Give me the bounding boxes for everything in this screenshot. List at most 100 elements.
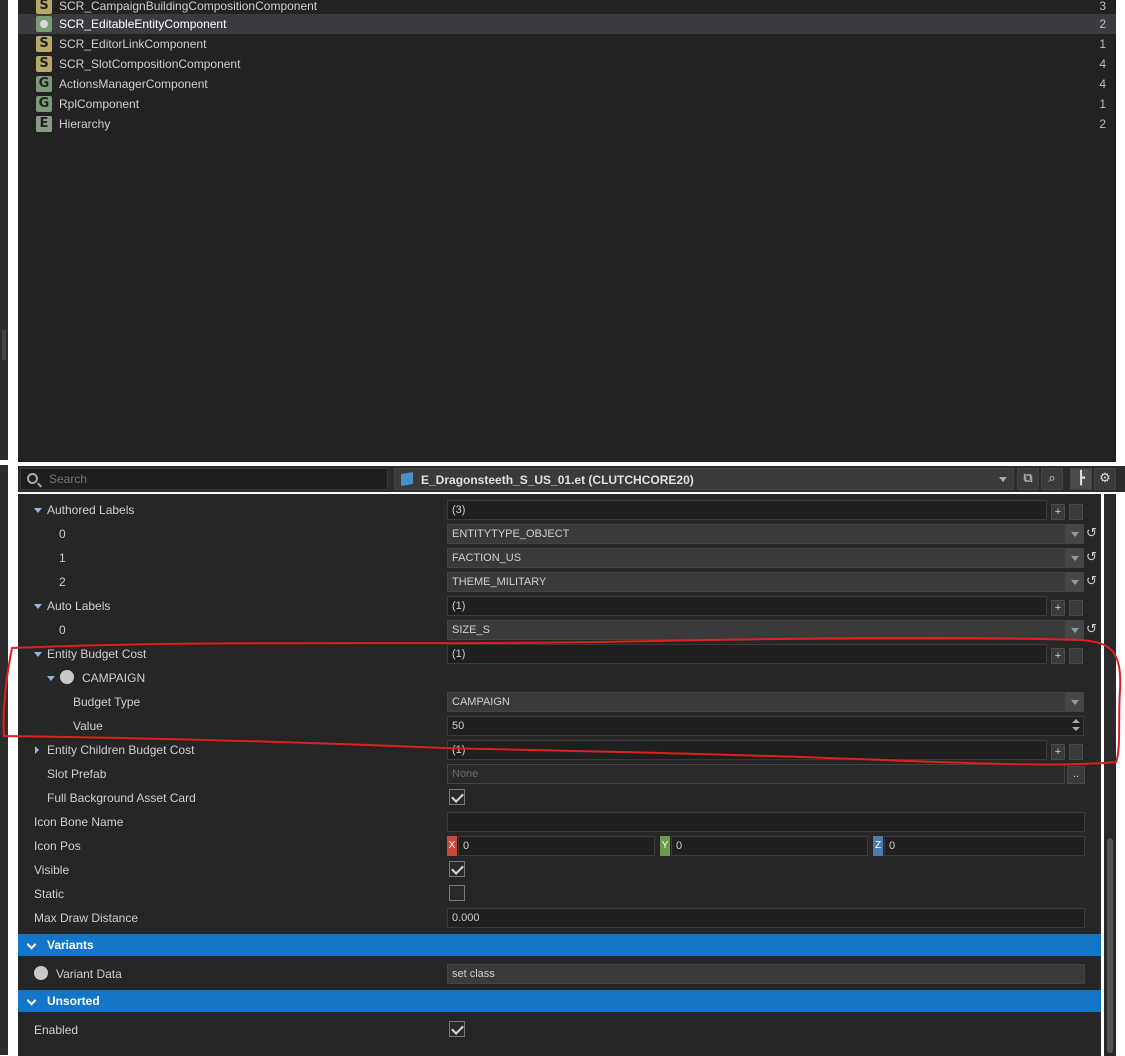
splitter-grip[interactable]: [2, 330, 6, 360]
list-item-count: 4: [1099, 77, 1106, 91]
list-item-name: SCR_EditorLinkComponent: [59, 37, 207, 51]
left-splitter[interactable]: [0, 0, 8, 460]
search-box[interactable]: [20, 468, 388, 490]
section-unsorted[interactable]: Unsorted: [18, 990, 1101, 1012]
label-select[interactable]: FACTION_US: [447, 548, 1084, 568]
label-select[interactable]: ENTITYTYPE_OBJECT: [447, 524, 1084, 544]
icon-pos-y-input[interactable]: 0: [671, 836, 868, 856]
combo-button[interactable]: [1065, 573, 1083, 591]
prop-auto-labels: Auto Labels (1) +: [18, 594, 1101, 618]
expand-arrow-icon[interactable]: [47, 676, 55, 681]
z-axis-tag: Z: [873, 836, 883, 856]
expand-arrow-icon[interactable]: [34, 508, 42, 513]
chevron-down-icon: [1071, 628, 1079, 633]
section-variants[interactable]: Variants: [18, 934, 1101, 956]
list-item[interactable]: G RplComponent 1: [18, 94, 1116, 114]
prop-label: Enabled: [34, 1023, 79, 1037]
list-item-name: SCR_SlotCompositionComponent: [59, 57, 241, 71]
find-button[interactable]: ⌕: [1041, 468, 1063, 490]
label-select[interactable]: SIZE_S: [447, 620, 1084, 640]
static-checkbox[interactable]: [449, 885, 465, 901]
open-external-button[interactable]: ⧉: [1017, 468, 1039, 490]
budget-type-select[interactable]: CAMPAIGN: [447, 692, 1084, 712]
full-background-checkbox[interactable]: [449, 789, 465, 805]
settings-button[interactable]: ⚙: [1094, 468, 1116, 490]
scrollbar-thumb[interactable]: [1107, 838, 1113, 1053]
add-item-button[interactable]: +: [1051, 648, 1065, 664]
list-item[interactable]: S SCR_EditorLinkComponent 1: [18, 34, 1116, 54]
icon-pos-x-input[interactable]: 0: [458, 836, 655, 856]
prop-label: Entity Budget Cost: [47, 647, 147, 661]
icon-bone-name-input[interactable]: [447, 812, 1085, 832]
prop-variant-data: Variant Data set class: [18, 962, 1101, 986]
prop-label: Static: [34, 887, 65, 901]
list-item[interactable]: E Hierarchy 2: [18, 114, 1116, 134]
chevron-down-icon: [1071, 700, 1079, 705]
visible-checkbox[interactable]: [449, 861, 465, 877]
prop-static: Static: [18, 882, 1101, 906]
search-input[interactable]: [49, 471, 379, 487]
properties-scrollbar[interactable]: [1104, 494, 1116, 1056]
prop-enabled: Enabled: [18, 1018, 1101, 1042]
label-select[interactable]: THEME_MILITARY: [447, 572, 1084, 592]
add-item-button[interactable]: +: [1051, 600, 1065, 616]
icon-pos-z-input[interactable]: 0: [884, 836, 1085, 856]
reset-icon[interactable]: ↺: [1086, 622, 1097, 637]
reset-icon[interactable]: ↺: [1086, 550, 1097, 565]
prop-entity-budget-cost: Entity Budget Cost (1) +: [18, 642, 1101, 666]
select-value: CAMPAIGN: [452, 696, 510, 708]
chevron-down-icon: [1071, 580, 1079, 585]
reset-icon[interactable]: ↺: [1086, 574, 1097, 589]
variant-data-button[interactable]: set class: [447, 964, 1085, 984]
object-circle-icon: [34, 966, 48, 980]
combo-button[interactable]: [1065, 693, 1083, 711]
array-index: 2: [59, 575, 66, 589]
list-item-count: 1: [1099, 97, 1106, 111]
expand-arrow-icon[interactable]: [34, 604, 42, 609]
game-component-icon: G: [36, 76, 52, 92]
add-item-button[interactable]: +: [1051, 744, 1065, 760]
add-item-button[interactable]: +: [1051, 504, 1065, 520]
expand-arrow-icon[interactable]: [35, 746, 39, 754]
remove-item-button[interactable]: [1069, 744, 1083, 760]
reset-icon[interactable]: ↺: [1086, 526, 1097, 541]
list-item-selected[interactable]: SCR_EditableEntityComponent 2: [18, 14, 1116, 34]
prop-label: CAMPAIGN: [82, 671, 146, 685]
list-item-count: 1: [1099, 37, 1106, 51]
list-item[interactable]: G ActionsManagerComponent 4: [18, 74, 1116, 94]
prop-authored-label-item: 1 FACTION_US ↺: [18, 546, 1101, 570]
array-index: 0: [59, 527, 66, 541]
browse-button[interactable]: ..: [1067, 766, 1085, 784]
properties-panel: Authored Labels (3) + 0 ENTITYTYPE_OBJEC…: [18, 494, 1101, 1056]
hierarchy-button[interactable]: ┣: [1070, 468, 1092, 490]
chevron-down-icon: [999, 477, 1007, 482]
remove-item-button[interactable]: [1069, 504, 1083, 520]
left-splitter-lower[interactable]: [0, 465, 8, 1055]
remove-item-button[interactable]: [1069, 648, 1083, 664]
combo-button[interactable]: [1065, 549, 1083, 567]
entity-selector[interactable]: E_Dragonsteeth_S_US_01.et (CLUTCHCORE20): [394, 468, 1014, 490]
slot-prefab-field[interactable]: None: [447, 764, 1065, 784]
left-margin: [0, 0, 18, 1056]
list-item-name: SCR_EditableEntityComponent: [59, 17, 227, 31]
combo-button[interactable]: [1065, 525, 1083, 543]
remove-item-button[interactable]: [1069, 600, 1083, 616]
chevron-down-icon: [1071, 556, 1079, 561]
list-item-name: ActionsManagerComponent: [59, 77, 208, 91]
select-value: ENTITYTYPE_OBJECT: [452, 528, 570, 540]
expand-arrow-icon[interactable]: [34, 652, 42, 657]
select-value: THEME_MILITARY: [452, 576, 547, 588]
prop-label: Icon Bone Name: [34, 815, 124, 829]
spinner-icon[interactable]: [1071, 719, 1081, 733]
value-number-input[interactable]: 50: [447, 716, 1084, 736]
prop-authored-labels: Authored Labels (3) +: [18, 498, 1101, 522]
chevron-down-icon: [1071, 532, 1079, 537]
prop-label: Auto Labels: [47, 599, 111, 613]
max-draw-distance-input[interactable]: 0.000: [447, 908, 1085, 928]
combo-button[interactable]: [1065, 621, 1083, 639]
enabled-checkbox[interactable]: [449, 1021, 465, 1037]
column-divider: [441, 498, 442, 522]
list-item[interactable]: S SCR_SlotCompositionComponent 4: [18, 54, 1116, 74]
script-component-icon: S: [36, 0, 52, 14]
right-margin: [1116, 0, 1125, 462]
